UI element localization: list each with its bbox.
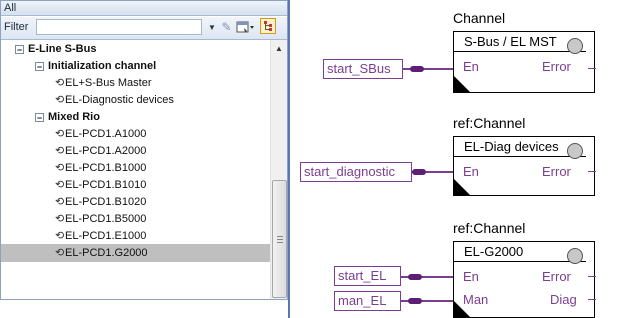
wire-connector xyxy=(410,66,424,72)
collapse-icon[interactable]: − xyxy=(15,44,24,54)
wire-connector xyxy=(412,169,426,175)
block-corner-marker xyxy=(454,301,470,317)
device-icon: ⟲ xyxy=(55,145,65,157)
tree-item-label: EL-PCD1.B5000 xyxy=(65,213,147,225)
tree-item-label: EL-PCD1.B1000 xyxy=(65,162,147,174)
wire-connector xyxy=(408,274,422,280)
block-caption: ref:Channel xyxy=(453,115,526,131)
dropdown-arrow-icon[interactable]: ▼ xyxy=(205,20,219,36)
function-block-sbus-master[interactable]: S-Bus / EL MST En Error xyxy=(453,31,595,93)
device-icon: ⟲ xyxy=(55,213,65,225)
tree-item-label: EL-PCD1.E1000 xyxy=(65,230,147,242)
filter-input[interactable] xyxy=(36,19,202,35)
input-signal-box[interactable]: start_SBus xyxy=(323,59,403,79)
function-block-diag-devices[interactable]: EL-Diag devices En Error xyxy=(453,136,595,196)
input-port-label: En xyxy=(463,164,479,179)
block-divider xyxy=(454,51,586,52)
pane-splitter[interactable] xyxy=(288,0,290,318)
block-divider xyxy=(454,156,586,157)
tree-item-label: EL-PCD1.B1010 xyxy=(65,179,147,191)
function-block-diagram: Channel S-Bus / EL MST En Error start_SB… xyxy=(292,0,619,318)
block-caption: Channel xyxy=(453,10,506,26)
tree-item[interactable]: ⟲EL-PCD1.B5000 xyxy=(55,210,146,228)
output-stub xyxy=(588,171,596,172)
block-name: EL-G2000 xyxy=(464,244,524,259)
scroll-up-icon[interactable]: ▲ xyxy=(275,44,283,53)
output-port-label: Error xyxy=(542,59,571,74)
tree-item[interactable]: ⟲EL-Diagnostic devices xyxy=(55,91,174,109)
tree-node-e-line-s-bus[interactable]: − E-Line S-Bus xyxy=(15,40,96,58)
pencil-clear-icon[interactable]: ✎ xyxy=(219,19,234,35)
tree-item-selected[interactable]: ⟲EL-PCD1.G2000 xyxy=(1,244,270,262)
hierarchy-icon[interactable] xyxy=(260,18,276,34)
output-stub xyxy=(588,299,596,300)
device-icon: ⟲ xyxy=(55,162,65,174)
input-port-label: En xyxy=(463,59,479,74)
scroll-thumb[interactable] xyxy=(272,180,287,298)
device-icon: ⟲ xyxy=(55,230,65,242)
device-tree-panel: All Filter ▼ ✎ − E-Line S-Bus − Initiali… xyxy=(0,0,288,300)
tree-node-label: Initialization channel xyxy=(48,60,157,72)
collapse-icon[interactable]: − xyxy=(35,61,44,71)
block-name: S-Bus / EL MST xyxy=(464,34,557,49)
status-led-icon xyxy=(567,143,583,159)
status-led-icon xyxy=(567,38,583,54)
collapse-icon[interactable]: − xyxy=(35,112,44,122)
output-port-label: Error xyxy=(542,269,571,284)
tree-node-mixed-rio[interactable]: − Mixed Rio xyxy=(35,108,100,126)
device-tree: − E-Line S-Bus − Initialization channel ⟲E… xyxy=(1,40,271,299)
device-icon: ⟲ xyxy=(55,77,65,89)
tree-item[interactable]: ⟲EL-PCD1.B1010 xyxy=(55,176,146,194)
block-corner-marker xyxy=(454,76,470,92)
tree-item[interactable]: ⟲EL-PCD1.A1000 xyxy=(55,125,146,143)
tree-item[interactable]: ⟲EL-PCD1.B1000 xyxy=(55,159,146,177)
tree-node-initialization-channel[interactable]: − Initialization channel xyxy=(35,57,156,75)
device-icon: ⟲ xyxy=(55,196,65,208)
wire-connector xyxy=(408,298,422,304)
tree-item[interactable]: ⟲EL-PCD1.A2000 xyxy=(55,142,146,160)
vertical-scrollbar[interactable]: ▲ xyxy=(270,40,287,299)
device-icon: ⟲ xyxy=(55,247,65,259)
input-signal-box[interactable]: man_EL xyxy=(334,291,401,311)
block-divider xyxy=(454,261,586,262)
output-port-label: Error xyxy=(542,164,571,179)
output-stub xyxy=(588,68,596,69)
tree-item-label: EL-Diagnostic devices xyxy=(65,94,174,106)
filter-bar: Filter ▼ ✎ xyxy=(1,17,287,40)
properties-icon[interactable] xyxy=(235,19,255,35)
output-port-label: Diag xyxy=(550,292,577,307)
block-caption: ref:Channel xyxy=(453,220,526,236)
status-led-icon xyxy=(567,248,583,264)
output-stub xyxy=(588,276,596,277)
block-corner-marker xyxy=(454,179,470,195)
device-icon: ⟲ xyxy=(55,179,65,191)
tree-item[interactable]: ⟲EL+S-Bus Master xyxy=(55,74,152,92)
tree-item[interactable]: ⟲EL-PCD1.E1000 xyxy=(55,227,146,245)
tree-item-label: EL+S-Bus Master xyxy=(65,77,152,89)
tree-item-label: EL-PCD1.G2000 xyxy=(65,247,148,259)
input-signal-box[interactable]: start_diagnostic xyxy=(300,162,412,182)
input-signal-box[interactable]: start_EL xyxy=(334,266,401,286)
filter-label: Filter xyxy=(4,21,29,33)
input-port-label: En xyxy=(463,269,479,284)
tree-node-label: E-Line S-Bus xyxy=(28,43,97,55)
tree-node-label: Mixed Rio xyxy=(48,111,100,123)
function-block-g2000[interactable]: EL-G2000 En Error Man Diag xyxy=(453,241,595,318)
tree-item[interactable]: ⟲EL-PCD1.B1020 xyxy=(55,193,146,211)
tree-item-label: EL-PCD1.B1020 xyxy=(65,196,147,208)
device-icon: ⟲ xyxy=(55,94,65,106)
panel-header: All xyxy=(1,1,287,16)
device-icon: ⟲ xyxy=(55,128,65,140)
tree-item-label: EL-PCD1.A2000 xyxy=(65,145,147,157)
tree-item-label: EL-PCD1.A1000 xyxy=(65,128,147,140)
block-name: EL-Diag devices xyxy=(464,139,559,154)
